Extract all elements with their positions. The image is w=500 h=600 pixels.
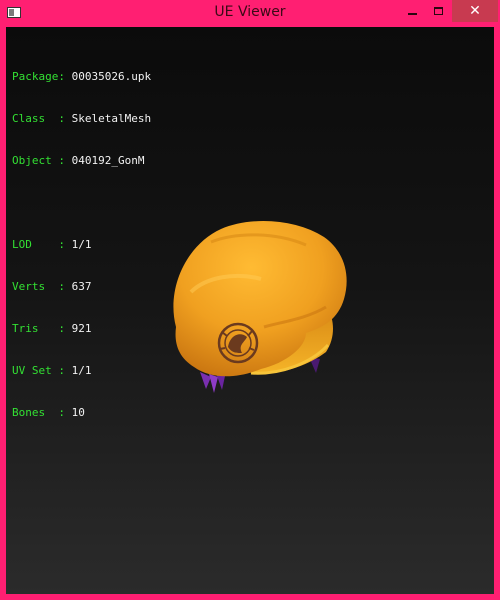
close-icon: ✕ xyxy=(469,3,481,19)
maximize-button[interactable] xyxy=(425,0,452,22)
minimize-button[interactable] xyxy=(398,0,426,22)
minimize-icon xyxy=(407,13,417,15)
yellow-beret-model[interactable] xyxy=(6,27,494,594)
hat-emblem xyxy=(217,322,259,364)
maximize-icon xyxy=(434,7,443,15)
close-button[interactable]: ✕ xyxy=(452,0,498,22)
title-bar[interactable]: UE Viewer ✕ xyxy=(0,0,500,27)
app-window: UE Viewer ✕ Package: 00035026.upk Class … xyxy=(0,0,500,600)
3d-viewport[interactable]: Package: 00035026.upk Class : SkeletalMe… xyxy=(6,27,494,594)
